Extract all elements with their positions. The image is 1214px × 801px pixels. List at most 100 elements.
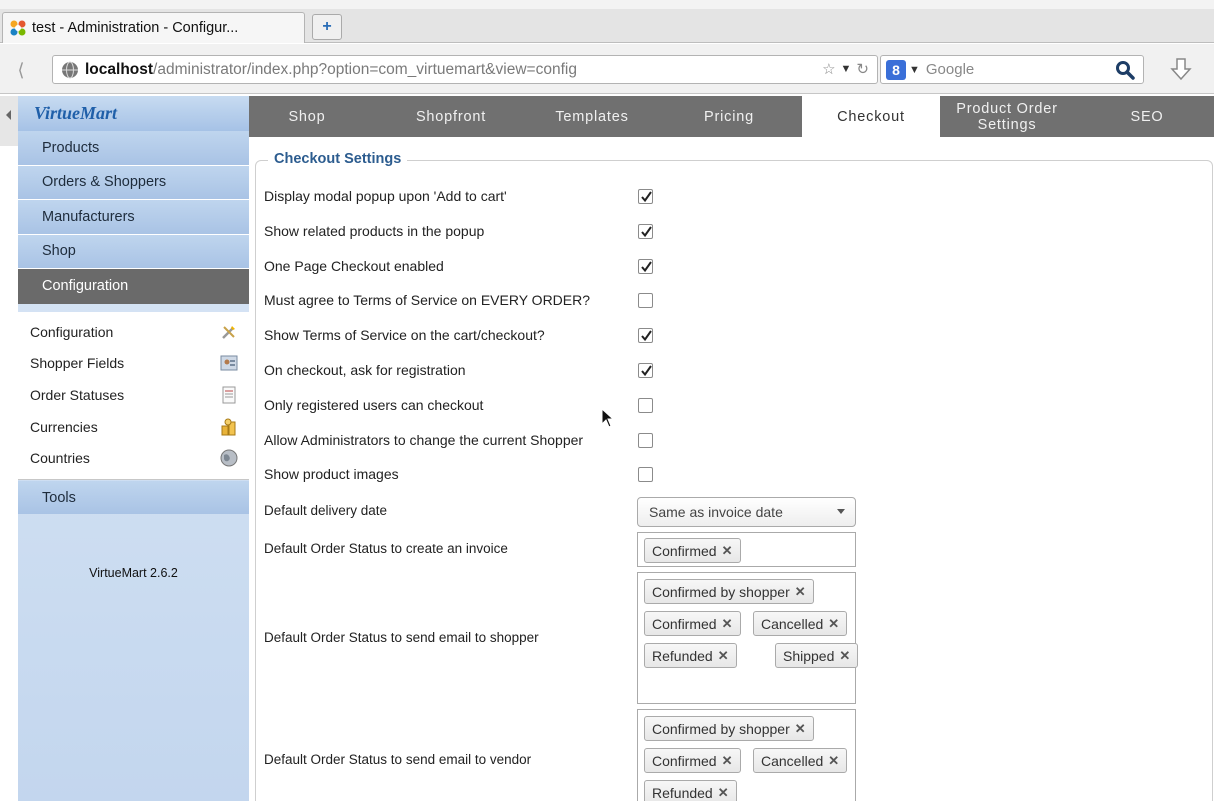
checkout-option-checkbox[interactable] bbox=[638, 258, 653, 274]
url-host: localhost bbox=[85, 60, 154, 78]
remove-chip-icon[interactable]: ✕ bbox=[828, 753, 839, 769]
search-engine-icon[interactable]: 8 bbox=[886, 59, 906, 80]
bookmark-star-icon[interactable]: ☆ bbox=[822, 60, 835, 78]
tab-label: Shopfront bbox=[415, 108, 487, 125]
checkout-option-label: Allow Administrators to change the curre… bbox=[264, 431, 584, 448]
status-chip: Refunded ✕ bbox=[644, 780, 737, 801]
checkout-option-label: Display modal popup upon 'Add to cart' bbox=[264, 188, 507, 204]
submenu-item-configuration[interactable]: Configuration bbox=[18, 316, 249, 348]
checkout-option-checkbox[interactable] bbox=[638, 432, 653, 448]
tab-product-order-settings[interactable]: Product Order Settings bbox=[947, 96, 1067, 137]
checkout-option-label: Must agree to Terms of Service on EVERY … bbox=[264, 292, 591, 309]
window-top-strip bbox=[0, 0, 1214, 9]
status-chip: Confirmed ✕ bbox=[644, 611, 741, 636]
configuration-submenu: Configuration Shopper Fields Order Statu… bbox=[18, 312, 249, 480]
status-chip: Confirmed ✕ bbox=[644, 538, 741, 563]
sidebar-item-tools[interactable]: Tools bbox=[18, 481, 249, 514]
checkmark-icon bbox=[641, 191, 652, 203]
search-engine-dropdown-icon[interactable]: ▼ bbox=[909, 64, 920, 76]
remove-chip-icon[interactable]: ✕ bbox=[722, 543, 733, 559]
magnifier-icon[interactable] bbox=[1115, 60, 1135, 80]
document-icon bbox=[222, 386, 236, 404]
remove-chip-icon[interactable]: ✕ bbox=[718, 648, 729, 664]
checkout-option-checkbox[interactable] bbox=[638, 293, 653, 309]
checkmark-icon bbox=[641, 365, 652, 377]
checkout-option-checkbox[interactable] bbox=[638, 328, 653, 344]
reload-icon[interactable]: ↻ bbox=[856, 60, 869, 78]
tab-pricing[interactable]: Pricing bbox=[689, 96, 769, 137]
shopper-email-status-multiselect[interactable]: Confirmed by shopper ✕ Confirmed ✕ Cancelled… bbox=[637, 572, 859, 704]
download-icon[interactable] bbox=[1167, 56, 1195, 84]
new-tab-button[interactable]: + bbox=[312, 14, 342, 40]
tab-label: Checkout bbox=[837, 108, 905, 125]
tab-shopfront[interactable]: Shopfront bbox=[401, 96, 501, 137]
browser-tab-bar: test - Administration - Configur... + bbox=[0, 9, 1214, 43]
back-button[interactable]: ⟨ bbox=[4, 56, 38, 84]
status-chip: Refunded ✕ bbox=[644, 643, 737, 668]
checkout-option-label: Show product images bbox=[264, 466, 399, 483]
checkmark-icon bbox=[641, 261, 652, 272]
remove-chip-icon[interactable]: ✕ bbox=[839, 648, 850, 664]
sidebar-item-manufacturers[interactable]: Manufacturers bbox=[18, 200, 249, 235]
remove-chip-icon[interactable]: ✕ bbox=[722, 753, 733, 769]
tab-shop[interactable]: Shop bbox=[277, 96, 337, 137]
submenu-item-currencies[interactable]: Currencies bbox=[18, 411, 249, 443]
checkout-option-checkbox[interactable] bbox=[638, 397, 653, 413]
checkout-option-checkbox[interactable] bbox=[638, 189, 653, 204]
status-chip-label: Cancelled bbox=[761, 752, 824, 769]
checkout-option-checkbox[interactable] bbox=[638, 363, 653, 378]
version-label: VirtueMart 2.6.2 bbox=[89, 566, 178, 580]
tab-seo[interactable]: SEO bbox=[1117, 96, 1177, 137]
coins-icon bbox=[221, 418, 236, 436]
sidebar-item-products[interactable]: Products bbox=[18, 131, 249, 166]
delivery-date-value: Same as invoice date bbox=[649, 504, 783, 520]
submenu-item-label: Countries bbox=[30, 450, 90, 467]
remove-chip-icon[interactable]: ✕ bbox=[795, 584, 806, 600]
collapse-sidebar-icon[interactable] bbox=[0, 96, 18, 146]
submenu-item-label: Order Statuses bbox=[30, 386, 125, 403]
browser-tab[interactable]: test - Administration - Configur... bbox=[2, 12, 305, 43]
vendor-email-status-multiselect[interactable]: Confirmed by shopper ✕ Confirmed ✕ Cancelled… bbox=[637, 709, 856, 801]
submenu-item-shopper-fields[interactable]: Shopper Fields bbox=[18, 348, 249, 380]
remove-chip-icon[interactable]: ✕ bbox=[795, 721, 806, 737]
sidebar-item-label: Orders & Shoppers bbox=[42, 174, 167, 191]
chevron-down-icon bbox=[837, 509, 845, 514]
tab-checkout[interactable]: Checkout bbox=[802, 96, 940, 137]
submenu-item-countries[interactable]: Countries bbox=[18, 442, 249, 474]
search-bar[interactable]: 8 ▼ Google bbox=[880, 55, 1144, 84]
globe-icon bbox=[220, 449, 238, 467]
joomla-favicon-icon bbox=[10, 20, 26, 36]
invoice-status-multiselect[interactable]: Confirmed ✕ bbox=[637, 532, 856, 567]
submenu-item-order-statuses[interactable]: Order Statuses bbox=[18, 379, 249, 411]
history-dropdown-icon[interactable]: ▼ bbox=[841, 63, 852, 75]
config-tabs: Shop Shopfront Templates Pricing Checkou… bbox=[249, 96, 1214, 137]
remove-chip-icon[interactable]: ✕ bbox=[718, 785, 729, 801]
status-chip: Confirmed by shopper ✕ bbox=[644, 579, 814, 604]
sidebar-item-configuration[interactable]: Configuration bbox=[18, 269, 249, 304]
url-bar[interactable]: localhost/administrator/index.php?option… bbox=[52, 55, 878, 84]
url-bar-icons: ☆ ▼ ↻ bbox=[822, 60, 869, 78]
virtuemart-logo[interactable]: VirtueMart bbox=[18, 96, 249, 131]
status-chip: Shipped ✕ bbox=[775, 643, 859, 668]
remove-chip-icon[interactable]: ✕ bbox=[722, 616, 733, 632]
sidebar-item-orders-shoppers[interactable]: Orders & Shoppers bbox=[18, 165, 249, 200]
tab-label: SEO bbox=[1130, 108, 1164, 125]
sidebar-item-shop[interactable]: Shop bbox=[18, 234, 249, 269]
tab-templates[interactable]: Templates bbox=[542, 96, 642, 137]
delivery-date-select[interactable]: Same as invoice date bbox=[637, 497, 856, 527]
checkout-option-checkbox[interactable] bbox=[638, 467, 653, 483]
checkout-option-label: Show Terms of Service on the cart/checko… bbox=[264, 327, 545, 344]
sidebar-item-label: Configuration bbox=[42, 278, 129, 295]
status-chip: Cancelled ✕ bbox=[753, 748, 848, 773]
remove-chip-icon[interactable]: ✕ bbox=[828, 616, 839, 632]
checkout-option-checkbox[interactable] bbox=[638, 223, 653, 239]
checkout-settings-legend: Checkout Settings bbox=[268, 151, 408, 167]
status-chip-label: Cancelled bbox=[761, 615, 824, 632]
checkout-option-label: Only registered users can checkout bbox=[264, 396, 484, 413]
status-chip: Confirmed ✕ bbox=[644, 748, 741, 773]
checkout-option-label: On checkout, ask for registration bbox=[264, 362, 466, 378]
tools-icon bbox=[222, 325, 235, 339]
status-chip-label: Confirmed by shopper bbox=[652, 720, 790, 737]
admin-sidebar: VirtueMart Products Orders & Shoppers Ma… bbox=[18, 96, 249, 801]
logo-text: VirtueMart bbox=[34, 103, 118, 123]
